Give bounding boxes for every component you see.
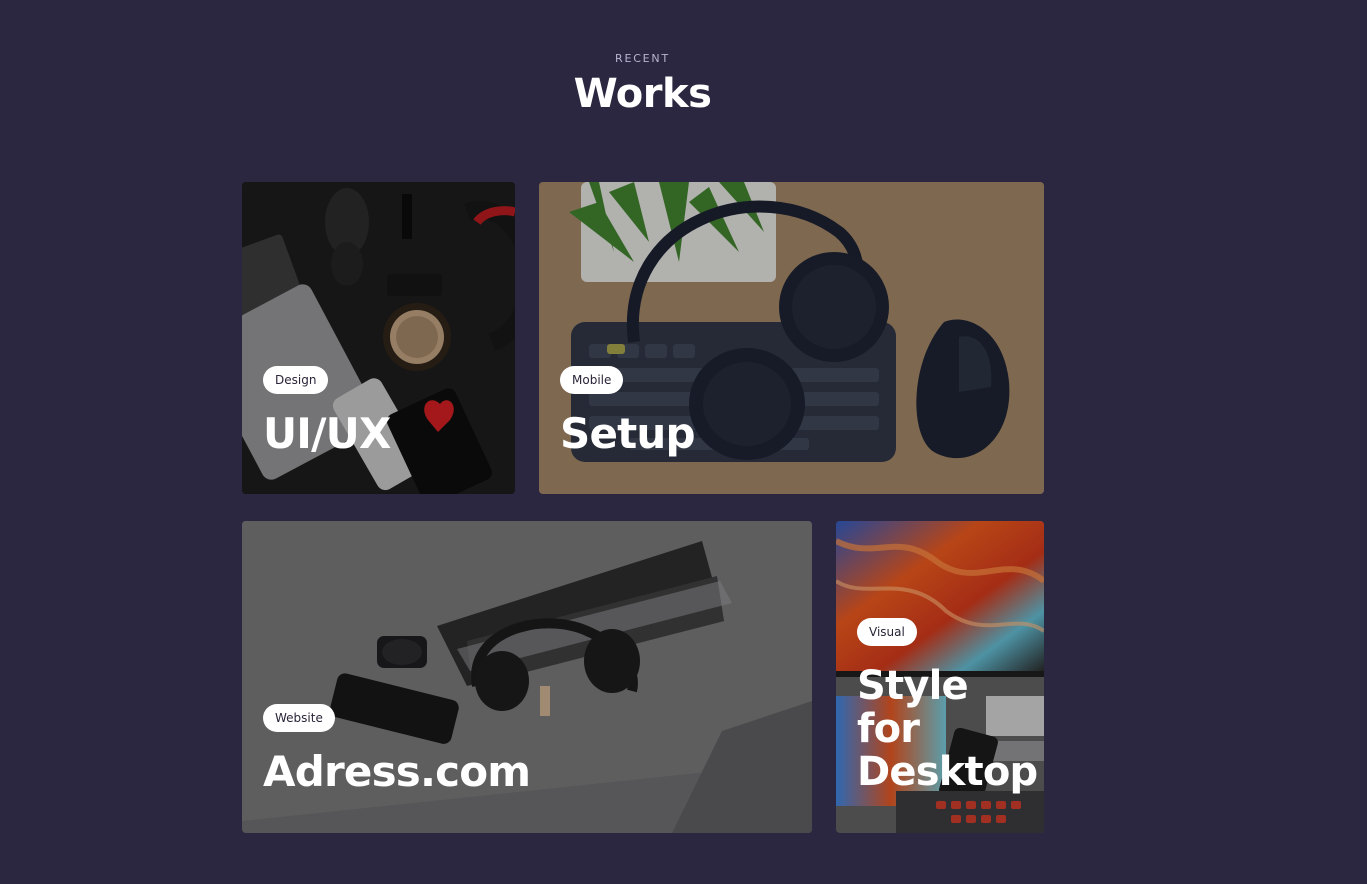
work-tag[interactable]: Mobile — [560, 366, 624, 394]
section-header: RECENT Works — [0, 52, 1285, 117]
work-tag[interactable]: Visual — [857, 618, 917, 646]
work-card-visual[interactable]: Visual Style for Desktop — [836, 521, 1044, 833]
work-title: Setup — [560, 409, 696, 458]
work-tag[interactable]: Design — [263, 366, 329, 394]
work-title: Adress.com — [263, 747, 531, 796]
section-title: Works — [573, 71, 712, 117]
work-card-setup[interactable]: Mobile Setup — [539, 182, 1044, 494]
work-card-uiux[interactable]: Design UI/UX — [242, 182, 515, 494]
work-title: Style for Desktop — [857, 663, 1038, 795]
section-eyebrow: RECENT — [615, 52, 670, 65]
work-card-website[interactable]: Website Adress.com — [242, 521, 812, 833]
work-title: UI/UX — [263, 409, 391, 458]
work-tag[interactable]: Website — [263, 704, 335, 732]
recent-works-section: RECENT Works Design UI/UX Mobile Setup W… — [0, 0, 1367, 884]
